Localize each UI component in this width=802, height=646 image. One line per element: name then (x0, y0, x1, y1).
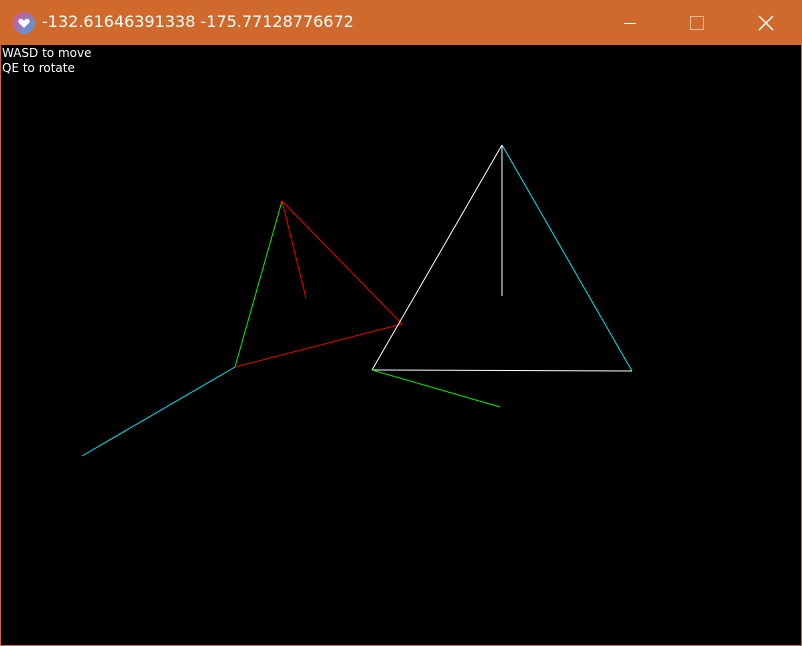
left-triangle-edge-green (234, 200, 283, 368)
scene-drawing (81, 144, 633, 457)
right-triangle-edge-cyan (501, 144, 633, 372)
left-triangle-heading-line (281, 200, 307, 299)
left-cyan-ray (81, 366, 236, 457)
right-green-ray (371, 369, 501, 408)
left-triangle-edge-red-top (281, 200, 403, 325)
right-triangle-edge-white-left (371, 144, 503, 371)
move-hint: WASD to move (2, 46, 92, 60)
right-triangle-edge-white-bottom (371, 369, 633, 372)
app-window: -132.61646391338 -175.77128776672 WASD t… (0, 0, 802, 646)
rotate-hint: QE to rotate (2, 61, 75, 75)
